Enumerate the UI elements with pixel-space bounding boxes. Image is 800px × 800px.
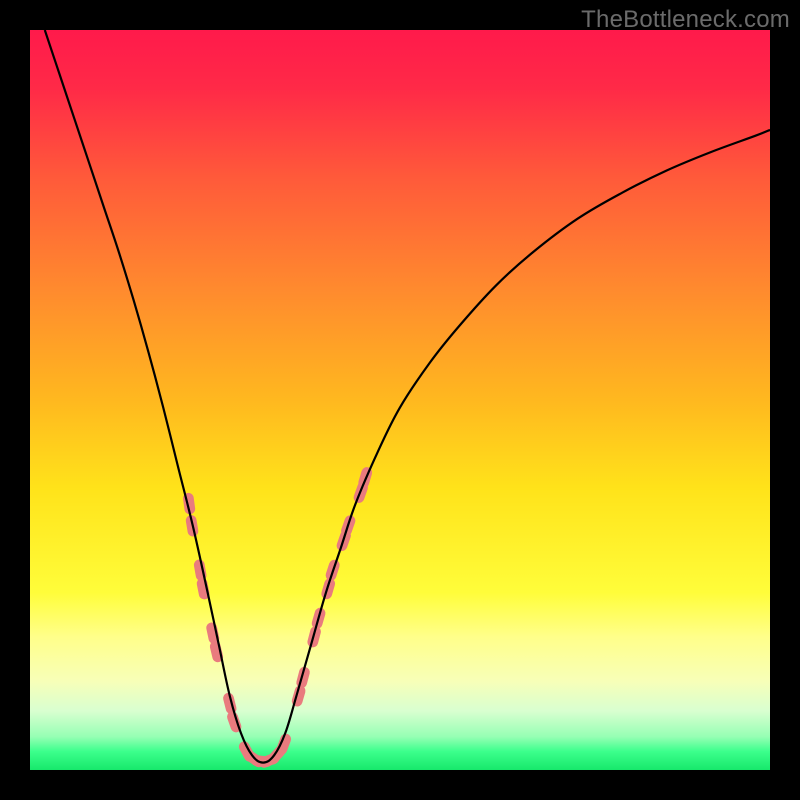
chart-svg [30, 30, 770, 770]
plot-area [30, 30, 770, 770]
outer-frame: TheBottleneck.com [0, 0, 800, 800]
marker-dots-group [182, 466, 373, 769]
bottleneck-curve [45, 30, 770, 763]
